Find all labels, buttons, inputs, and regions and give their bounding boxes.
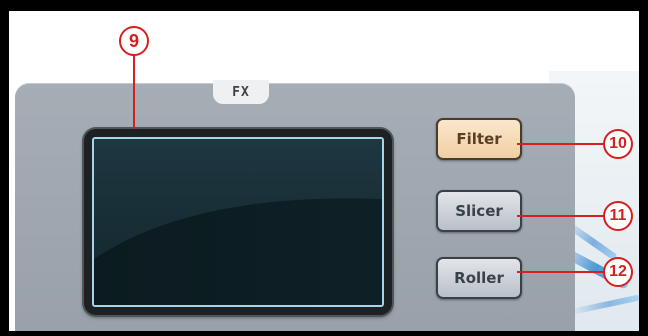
fx-panel: FX Filter Slicer Roller bbox=[15, 80, 575, 331]
callout-line bbox=[517, 215, 605, 217]
slicer-button[interactable]: Slicer bbox=[436, 190, 522, 232]
callout-line bbox=[517, 143, 605, 145]
screenshot-frame: FX Filter Slicer Roller 9 10 11 12 bbox=[9, 11, 639, 331]
fx-tab-label: FX bbox=[213, 80, 269, 104]
callout-10: 10 bbox=[603, 129, 633, 159]
screen-glass-svg bbox=[94, 139, 382, 305]
callout-12: 12 bbox=[603, 257, 633, 287]
fx-display-screen[interactable] bbox=[92, 137, 384, 307]
fx-screen-bezel bbox=[84, 129, 392, 315]
filter-button[interactable]: Filter bbox=[436, 118, 522, 160]
roller-button[interactable]: Roller bbox=[436, 257, 522, 299]
callout-9: 9 bbox=[119, 26, 149, 56]
callout-line bbox=[517, 271, 605, 273]
callout-11: 11 bbox=[603, 201, 633, 231]
callout-line bbox=[133, 55, 135, 129]
